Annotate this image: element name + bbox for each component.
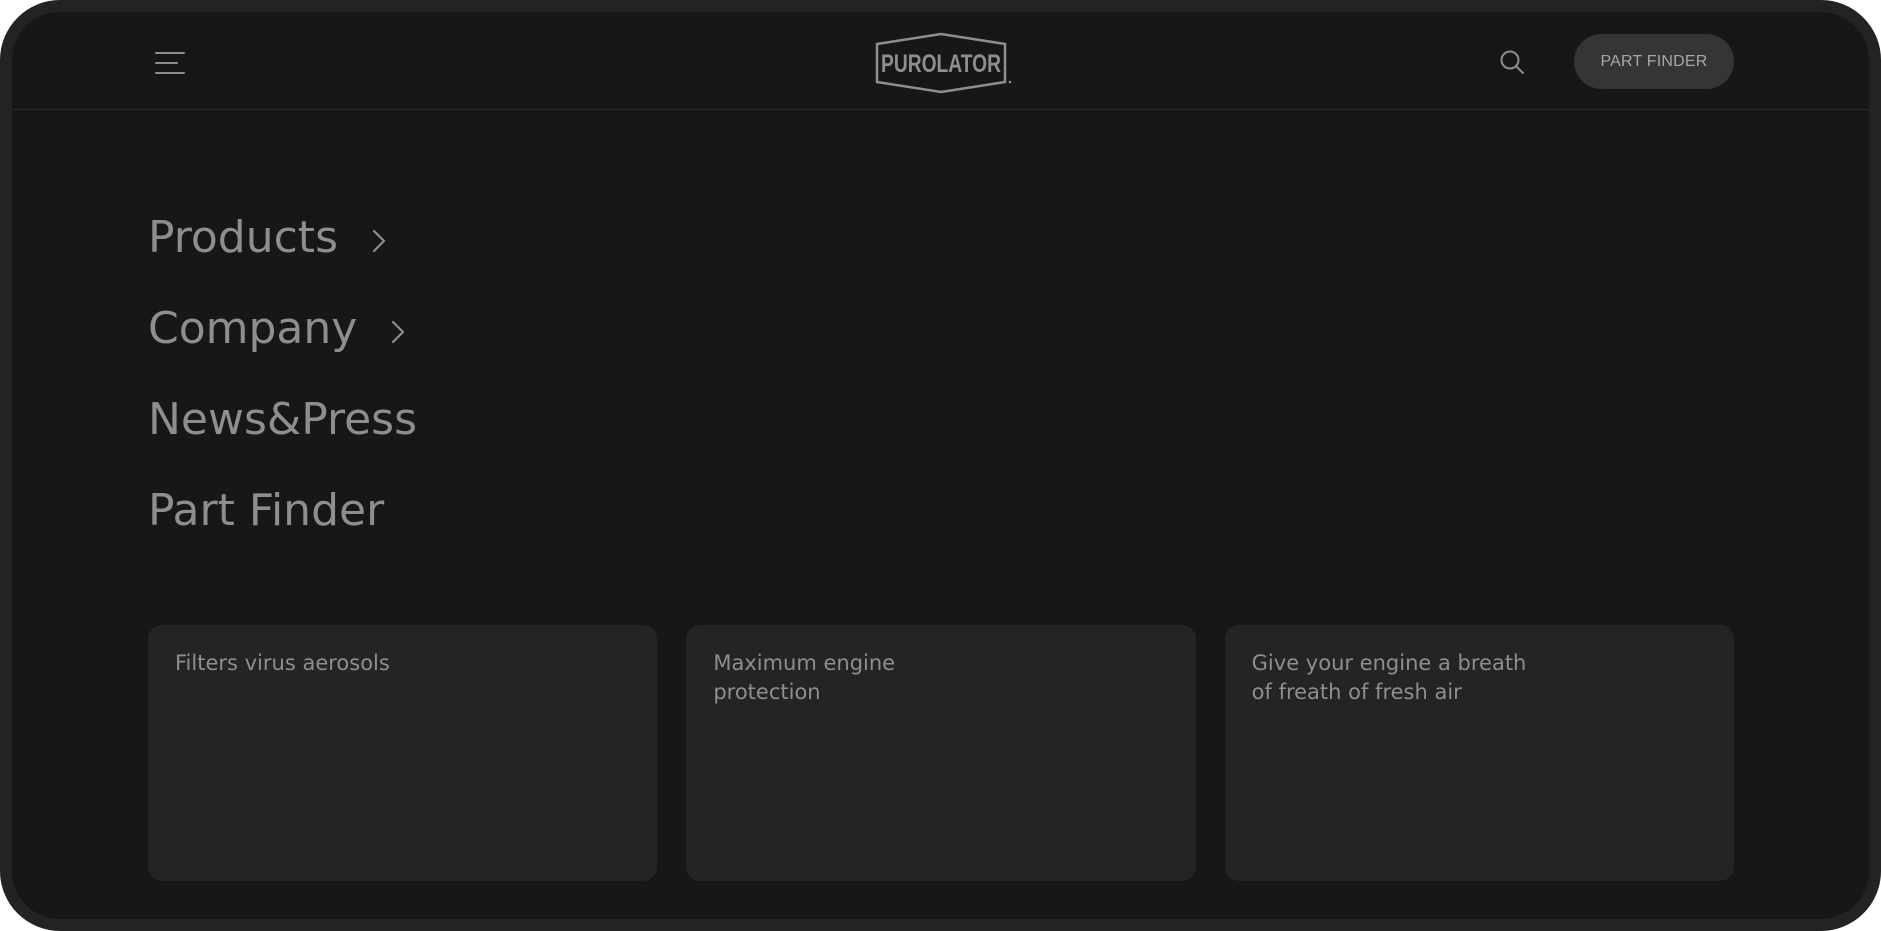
menu-item-products[interactable]: Products	[148, 192, 417, 283]
menu-item-label: Company	[148, 303, 358, 354]
feature-card-engine-protection[interactable]: Maximum engine protection	[686, 625, 1196, 881]
part-finder-button[interactable]: PART FINDER	[1574, 34, 1734, 89]
menu-item-label: Part Finder	[148, 485, 385, 536]
menu-item-label: Products	[148, 212, 338, 263]
menu-item-news-press[interactable]: News&Press	[148, 374, 417, 465]
feature-card-virus-aerosols[interactable]: Filters virus aerosols	[148, 625, 658, 881]
hamburger-menu-icon[interactable]	[155, 50, 187, 76]
screen: PUROLATOR PART FINDER Products Company N…	[12, 12, 1869, 919]
purolator-logo[interactable]: PUROLATOR	[867, 32, 1015, 94]
card-title: Give your engine a breath of freath of f…	[1251, 651, 1527, 704]
feature-card-fresh-air[interactable]: Give your engine a breath of freath of f…	[1224, 625, 1734, 881]
header: PUROLATOR PART FINDER	[12, 12, 1869, 110]
device-frame: PUROLATOR PART FINDER Products Company N…	[0, 0, 1881, 931]
card-title: Filters virus aerosols	[175, 651, 390, 675]
menu-item-company[interactable]: Company	[148, 283, 417, 374]
main-menu: Products Company News&Press Part Finder	[148, 192, 417, 556]
search-icon[interactable]	[1498, 48, 1526, 76]
chevron-right-icon	[392, 320, 405, 343]
card-title: Maximum engine protection	[713, 651, 896, 704]
logo-text: PUROLATOR	[881, 50, 1001, 78]
feature-cards: Filters virus aerosols Maximum engine pr…	[148, 625, 1734, 881]
menu-item-part-finder[interactable]: Part Finder	[148, 465, 417, 556]
chevron-right-icon	[372, 229, 386, 252]
menu-item-label: News&Press	[148, 394, 418, 445]
